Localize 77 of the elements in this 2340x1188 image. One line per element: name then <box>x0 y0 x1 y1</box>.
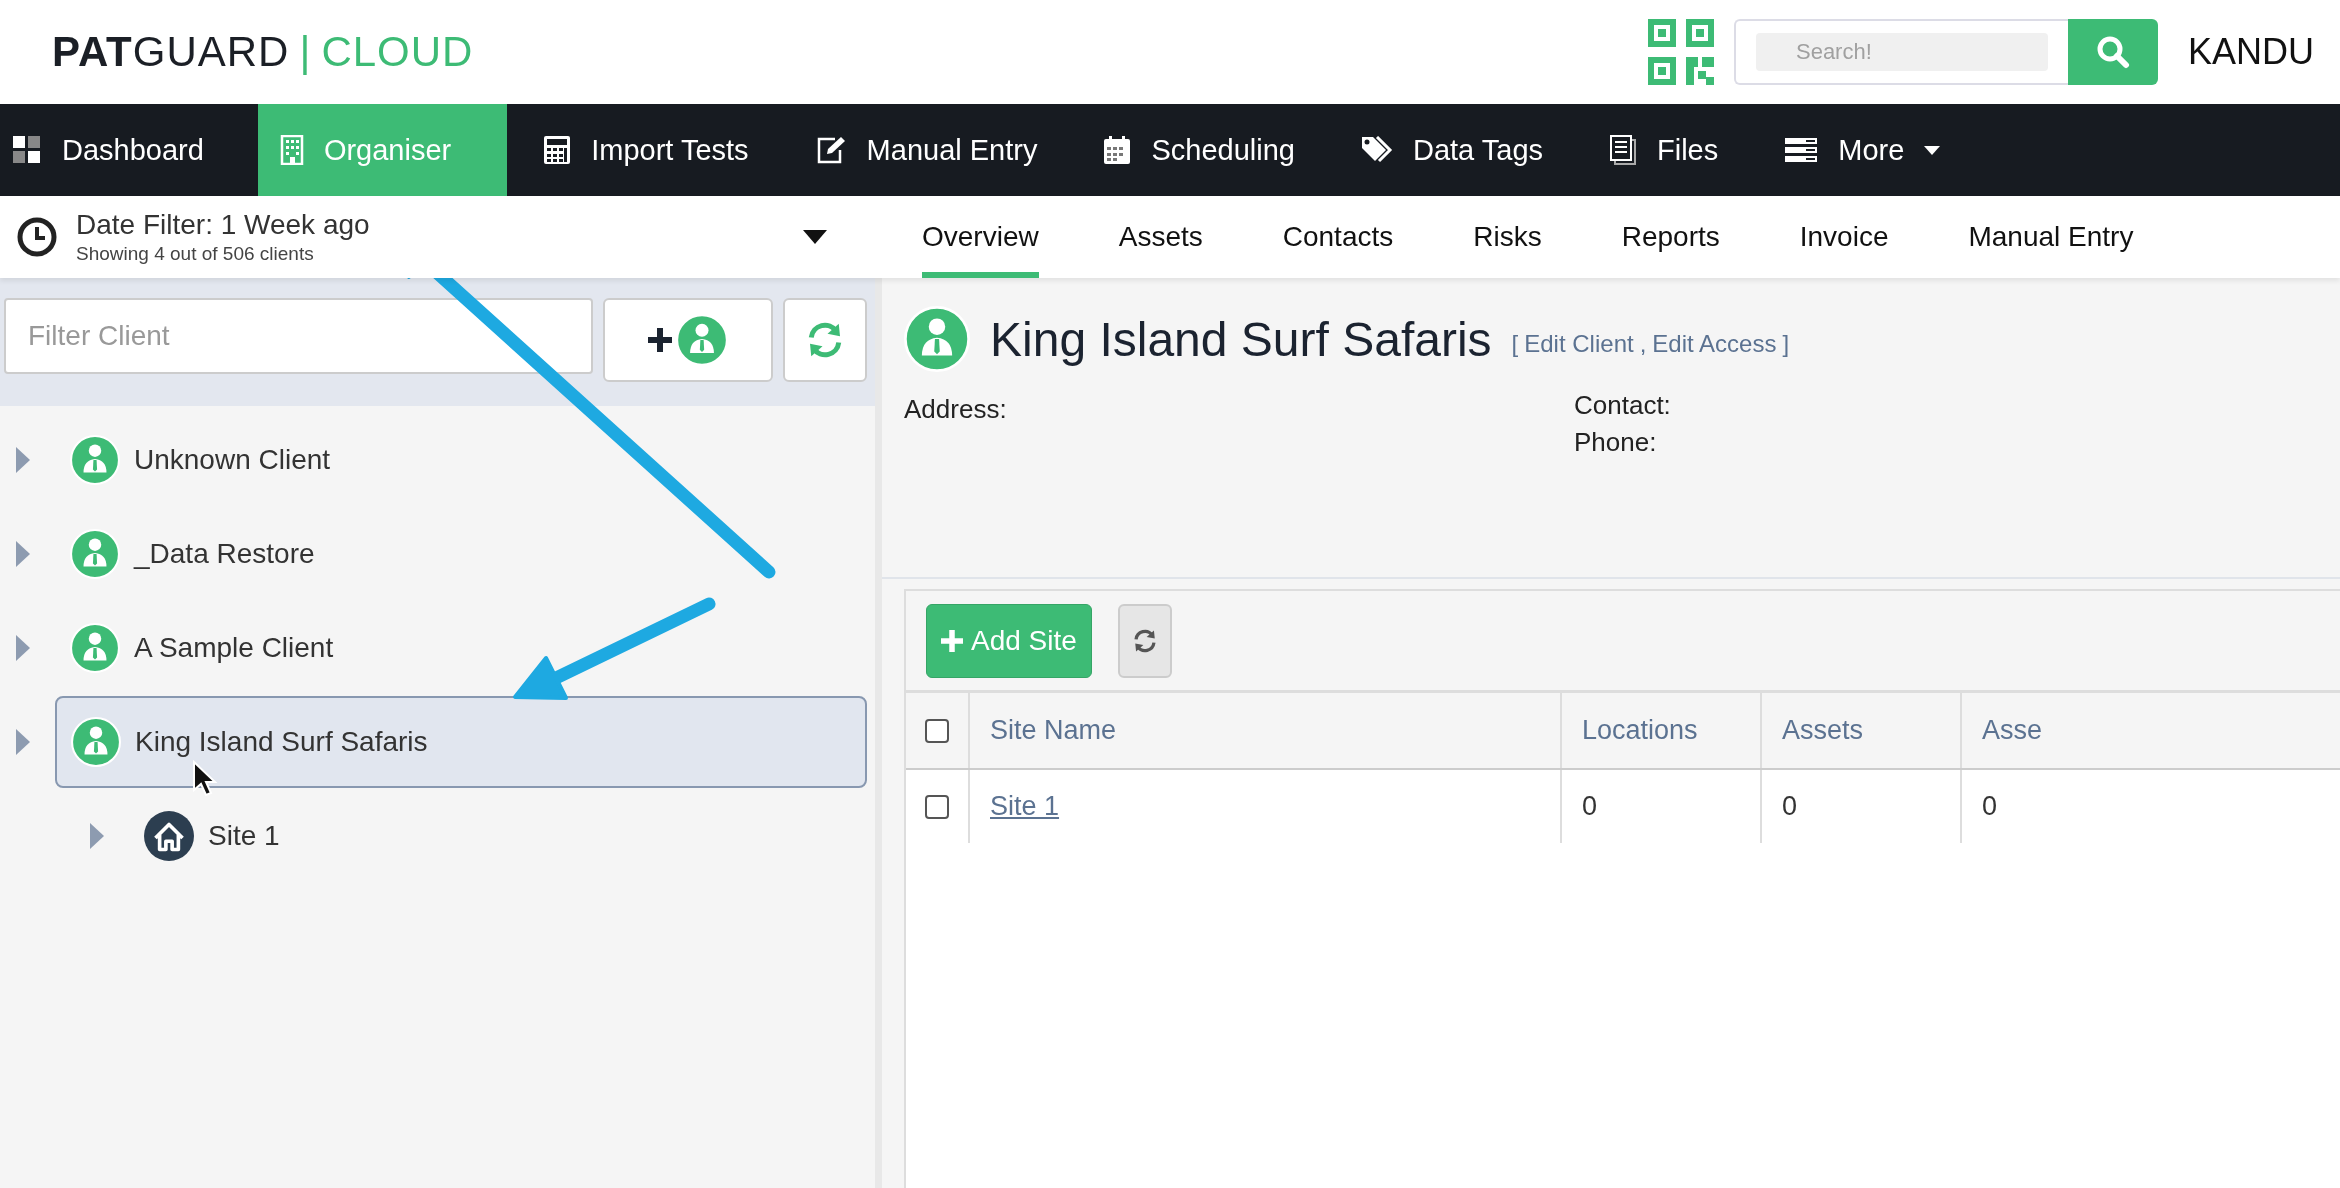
table-cell: 0 <box>1782 791 1798 821</box>
logo: PATGUARD | CLOUD <box>52 28 474 76</box>
site-link[interactable]: Site 1 <box>990 791 1060 821</box>
qr-code-icon[interactable] <box>1647 19 1714 85</box>
contact-label: Contact: <box>1574 390 1672 421</box>
cursor-icon <box>193 759 218 797</box>
calendar-icon <box>1103 135 1132 165</box>
expand-arrow-icon[interactable] <box>16 447 30 473</box>
tree-item[interactable]: Unknown Client <box>0 414 875 506</box>
dashboard-icon <box>12 135 42 165</box>
nav-item[interactable]: More <box>1772 104 1971 196</box>
tab[interactable]: Reports <box>1621 196 1720 278</box>
nav-item[interactable]: Files <box>1597 104 1749 196</box>
column-header[interactable]: Assets <box>1761 693 1961 769</box>
nav-item[interactable]: Manual Entry <box>802 104 1068 196</box>
client-icon <box>70 623 120 673</box>
nav-item[interactable]: Data Tags <box>1348 104 1573 196</box>
client-icon <box>70 435 120 485</box>
plus-icon <box>648 328 672 352</box>
tab[interactable]: Invoice <box>1799 196 1889 278</box>
client-count: Showing 4 out of 506 clients <box>76 243 315 265</box>
refresh-button[interactable] <box>1117 603 1172 678</box>
nav-item[interactable]: Scheduling <box>1091 104 1325 196</box>
tree-item-label: King Island Surf Safaris <box>135 726 428 758</box>
search-field[interactable]: Search! <box>1733 19 2068 85</box>
checkbox[interactable] <box>925 718 949 743</box>
checkbox[interactable] <box>925 794 949 819</box>
client-icon <box>676 314 728 366</box>
tree-item-label: _Data Restore <box>134 538 315 570</box>
client-icon <box>904 306 970 372</box>
tree-item[interactable]: Site 1 <box>0 790 875 882</box>
tree-item-label: A Sample Client <box>134 632 334 664</box>
expand-arrow-icon[interactable] <box>16 541 30 567</box>
tree-item[interactable]: _Data Restore <box>0 508 875 600</box>
edit-access-link[interactable]: Edit Access <box>1652 330 1777 358</box>
menu-icon <box>1784 137 1819 163</box>
tree-item-label: Site 1 <box>208 820 280 852</box>
filter-client-field[interactable]: Filter Client <box>4 298 593 374</box>
user-name[interactable]: KANDU <box>2187 31 2314 73</box>
calculator-icon <box>543 135 572 165</box>
nav-item[interactable]: Dashboard <box>0 104 234 196</box>
client-name: King Island Surf Safaris <box>990 311 1492 367</box>
tab[interactable]: Assets <box>1118 196 1203 278</box>
nav-item[interactable]: Import Tests <box>531 104 779 196</box>
expand-arrow-icon[interactable] <box>16 635 30 661</box>
expand-arrow-icon[interactable] <box>90 823 104 849</box>
expand-arrow-icon[interactable] <box>16 729 30 755</box>
tags-icon <box>1360 136 1393 164</box>
caret-icon <box>1924 145 1941 155</box>
house-icon <box>144 811 194 861</box>
search-icon <box>2095 35 2130 69</box>
bracket: [ <box>1511 330 1519 358</box>
building-icon <box>279 135 304 165</box>
column-header[interactable]: Site Name <box>969 693 1561 769</box>
tab[interactable]: Contacts <box>1282 196 1394 278</box>
tab[interactable]: Risks <box>1473 196 1542 278</box>
table-cell: 0 <box>1582 791 1598 821</box>
client-icon <box>70 529 120 579</box>
plus-icon <box>941 629 963 652</box>
tab[interactable]: Manual Entry <box>1968 196 2134 278</box>
document-icon <box>1609 134 1637 166</box>
add-client-button[interactable] <box>603 298 773 382</box>
column-header[interactable]: Asse <box>1961 693 2340 769</box>
edit-client-link[interactable]: Edit Client <box>1524 330 1634 358</box>
search-button[interactable] <box>2067 19 2158 85</box>
address-label: Address: <box>904 394 1008 425</box>
bracket: ] <box>1782 330 1790 358</box>
phone-label: Phone: <box>1574 427 1658 458</box>
dropdown-caret-icon[interactable] <box>803 230 827 244</box>
tree-item[interactable]: A Sample Client <box>0 602 875 694</box>
table-cell: 0 <box>1982 791 1998 821</box>
client-icon <box>71 717 121 767</box>
clock-icon <box>16 216 58 258</box>
separator: , <box>1639 330 1647 358</box>
tree-item-label: Unknown Client <box>134 444 331 476</box>
column-header[interactable]: Locations <box>1561 693 1761 769</box>
date-filter-label: Date Filter: 1 Week ago <box>76 209 371 241</box>
